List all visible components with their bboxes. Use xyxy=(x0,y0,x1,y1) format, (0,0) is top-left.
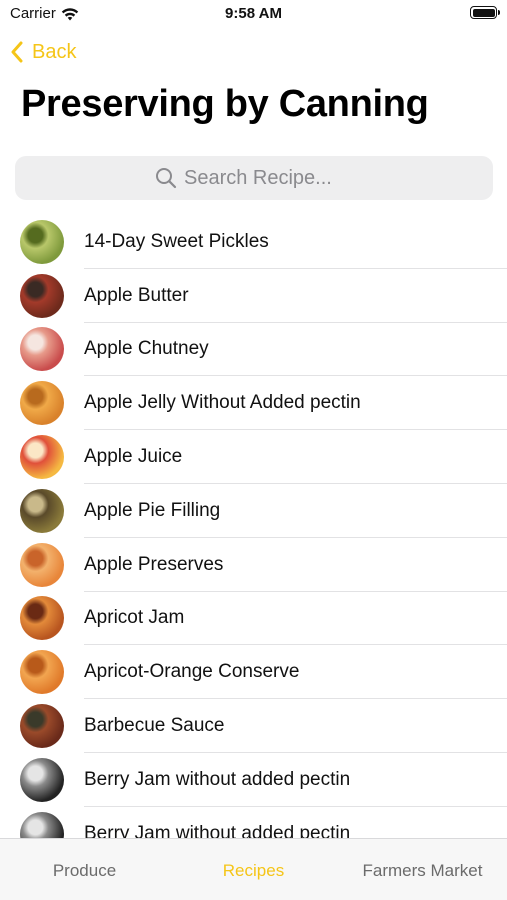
recipe-thumbnail xyxy=(20,381,64,426)
back-label: Back xyxy=(32,40,77,63)
recipe-row[interactable]: Apple Pie Filling xyxy=(0,484,507,538)
recipe-name: Apple Preserves xyxy=(84,553,224,575)
recipe-name: Apricot Jam xyxy=(84,607,185,629)
recipe-row[interactable]: Berry Jam without added pectin xyxy=(0,807,507,838)
tab-produce[interactable]: Produce xyxy=(0,839,169,900)
recipe-thumbnail xyxy=(20,435,64,480)
recipe-name: Apple Pie Filling xyxy=(84,499,221,521)
chevron-left-icon xyxy=(11,41,23,63)
recipe-thumbnail xyxy=(20,542,64,587)
status-time: 9:58 AM xyxy=(225,5,282,22)
search-input[interactable] xyxy=(184,166,354,190)
search-icon xyxy=(156,168,177,189)
recipe-name: Berry Jam without added pectin xyxy=(84,768,351,790)
battery-icon xyxy=(470,6,500,19)
recipe-thumbnail xyxy=(20,704,64,749)
recipe-row[interactable]: Apple Preserves xyxy=(0,538,507,592)
recipe-row[interactable]: Barbecue Sauce xyxy=(0,699,507,753)
recipe-row[interactable]: Apricot Jam xyxy=(0,592,507,646)
recipe-name: Apricot-Orange Conserve xyxy=(84,661,300,683)
recipe-list[interactable]: 14-Day Sweet Pickles Apple Butter Apple Ch… xyxy=(0,215,507,838)
recipe-name: Apple Jelly Without Added pectin xyxy=(84,392,361,414)
recipe-name: Apple Juice xyxy=(84,446,183,468)
recipe-thumbnail xyxy=(20,650,64,695)
recipe-thumbnail xyxy=(20,811,64,838)
search-bar[interactable] xyxy=(15,156,493,200)
recipe-name: Apple Butter xyxy=(84,284,189,306)
recipe-name: Apple Chutney xyxy=(84,338,209,360)
recipe-thumbnail xyxy=(20,596,64,641)
recipe-thumbnail xyxy=(20,757,64,802)
recipe-row[interactable]: Apple Jelly Without Added pectin xyxy=(0,376,507,431)
recipe-row[interactable]: Apple Butter xyxy=(0,269,507,323)
back-button[interactable]: Back xyxy=(10,37,76,67)
status-bar: Carrier 9:58 AM xyxy=(0,0,507,30)
tab-recipes[interactable]: Recipes xyxy=(169,839,338,900)
recipe-row[interactable]: Apple Chutney xyxy=(0,323,507,377)
recipe-thumbnail xyxy=(20,488,64,533)
tab-bar: Produce Recipes Farmers Market xyxy=(0,838,507,900)
recipe-row[interactable]: 14-Day Sweet Pickles xyxy=(0,215,507,269)
recipe-thumbnail xyxy=(20,327,64,372)
recipe-name: Berry Jam without added pectin xyxy=(84,822,351,838)
page-title: Preserving by Canning xyxy=(21,83,429,125)
recipe-name: 14-Day Sweet Pickles xyxy=(84,230,269,252)
recipe-row[interactable]: Berry Jam without added pectin xyxy=(0,753,507,807)
recipe-name: Barbecue Sauce xyxy=(84,715,225,737)
recipe-row[interactable]: Apricot-Orange Conserve xyxy=(0,645,507,700)
recipe-thumbnail xyxy=(20,273,64,318)
recipe-thumbnail xyxy=(20,219,64,264)
tab-farmers-market[interactable]: Farmers Market xyxy=(338,839,507,900)
recipe-row[interactable]: Apple Juice xyxy=(0,430,507,484)
